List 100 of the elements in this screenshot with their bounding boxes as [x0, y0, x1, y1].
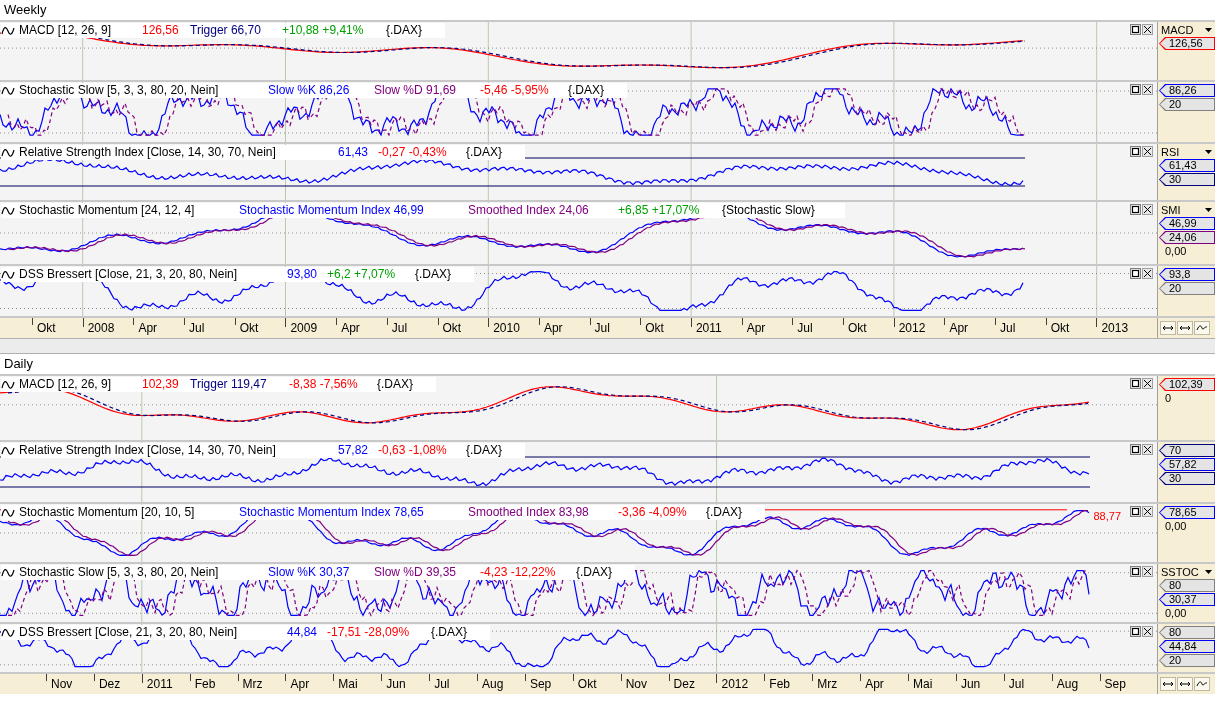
legend-text: -3,36 -4,09% — [618, 505, 688, 520]
indicator-wave-icon — [1, 147, 15, 158]
axis-month-label: Apr — [138, 321, 158, 335]
legend-text: +10,88 +9,41% — [282, 23, 365, 38]
maximize-button[interactable] — [1130, 566, 1141, 577]
legend-text: -0,27 -0,43% — [378, 145, 448, 160]
close-icon — [1144, 86, 1151, 93]
legend-text: Trigger 119,47 — [190, 377, 268, 392]
close-button[interactable] — [1142, 626, 1153, 637]
dropdown-caret-icon[interactable] — [1205, 570, 1212, 574]
axis-month-label: Nov — [625, 677, 648, 691]
axis-month-label: Apr — [290, 677, 310, 691]
indicator-wave-icon — [1, 269, 15, 280]
legend-text: -17,51 -28,09% — [327, 625, 411, 640]
legend-text: -0,63 -1,08% — [378, 443, 448, 458]
legend-text: {.DAX} — [466, 443, 504, 458]
legend-text: Slow %K 86,26 — [268, 83, 351, 98]
scale-label: SSTOC — [1161, 566, 1199, 578]
scroll-button[interactable] — [1160, 677, 1176, 691]
value-tag: 46,99 — [1159, 217, 1215, 230]
legend-text: Slow %D 91,69 — [374, 83, 458, 98]
maximize-button[interactable] — [1130, 626, 1141, 637]
axis-month-label: Feb — [194, 677, 216, 691]
close-button[interactable] — [1142, 566, 1153, 577]
axis-year-label: 2008 — [87, 321, 115, 335]
scale-label: SMI — [1161, 204, 1181, 216]
maximize-icon — [1132, 86, 1139, 93]
close-icon — [1144, 508, 1151, 515]
scroll-button[interactable] — [1177, 677, 1193, 691]
legend-text: +6,85 +17,07% — [618, 203, 701, 218]
close-icon — [1144, 26, 1151, 33]
legend-text: +6,2 +7,07% — [327, 267, 397, 282]
maximize-button[interactable] — [1130, 268, 1141, 279]
axis-year-label: 2012 — [721, 677, 749, 691]
indicator-wave-icon — [1, 205, 15, 216]
legend-text: -5,46 -5,95% — [480, 83, 550, 98]
legend-text: Trigger 66,70 — [190, 23, 262, 38]
maximize-button[interactable] — [1130, 24, 1141, 35]
legend-text: Slow %D 39,35 — [374, 565, 458, 580]
dropdown-caret-icon[interactable] — [1205, 208, 1212, 212]
dropdown-caret-icon[interactable] — [1205, 150, 1212, 154]
close-button[interactable] — [1142, 444, 1153, 455]
close-icon — [1144, 446, 1151, 453]
axis-month-label: Okt — [239, 321, 259, 335]
legend-text: MACD [12, 26, 9] — [19, 23, 113, 38]
legend-text: {.DAX} — [576, 565, 614, 580]
close-button[interactable] — [1142, 506, 1153, 517]
axis-month-label: Apr — [865, 677, 884, 691]
close-icon — [1144, 270, 1151, 277]
value-tag: 61,43 — [1159, 159, 1215, 172]
axis-month-label: Jun — [960, 677, 981, 691]
scroll-button[interactable] — [1160, 321, 1176, 335]
maximize-button[interactable] — [1130, 378, 1141, 389]
close-button[interactable] — [1142, 84, 1153, 95]
axis-month-label: Mrz — [817, 677, 838, 691]
legend-text: {.DAX} — [415, 267, 453, 282]
maximize-button[interactable] — [1130, 84, 1141, 95]
scroll-button[interactable] — [1177, 321, 1193, 335]
chart-style-button[interactable] — [1194, 321, 1210, 335]
double-arrow-icon — [1179, 679, 1191, 689]
axis-month-label: Jul — [1008, 677, 1025, 691]
maximize-button[interactable] — [1130, 444, 1141, 455]
axis-year-label: 2012 — [898, 321, 926, 335]
maximize-icon — [1132, 446, 1139, 453]
indicator-wave-icon — [1, 85, 15, 96]
axis-year-label: 2013 — [1101, 321, 1129, 335]
legend-text: 126,56 — [142, 23, 180, 38]
dropdown-caret-icon[interactable] — [1205, 28, 1212, 32]
axis-month-label: Jul — [189, 321, 205, 335]
chart-style-button[interactable] — [1194, 677, 1210, 691]
close-button[interactable] — [1142, 378, 1153, 389]
value-tag: 24,06 — [1159, 231, 1215, 244]
close-button[interactable] — [1142, 204, 1153, 215]
maximize-button[interactable] — [1130, 506, 1141, 517]
close-icon — [1144, 148, 1151, 155]
maximize-button[interactable] — [1130, 146, 1141, 157]
legend-text: 44,84 — [287, 625, 319, 640]
value-tag: 57,82 — [1159, 458, 1215, 471]
axis-month-label: Mai — [338, 677, 358, 691]
close-button[interactable] — [1142, 268, 1153, 279]
axis-month-label: Aug — [1056, 677, 1079, 691]
legend-text: {.DAX} — [706, 505, 744, 520]
scale-tick-label: 0 — [1164, 392, 1172, 404]
axis-year-label: 2011 — [146, 677, 173, 691]
value-tag: 20 — [1159, 282, 1215, 295]
legend-text: 102,39 — [142, 377, 180, 392]
close-button[interactable] — [1142, 146, 1153, 157]
scale-tick-label: 0,00 — [1164, 520, 1187, 532]
legend-text: {.DAX} — [466, 145, 504, 160]
close-button[interactable] — [1142, 24, 1153, 35]
maximize-button[interactable] — [1130, 204, 1141, 215]
maximize-icon — [1132, 26, 1139, 33]
value-tag: 30 — [1159, 472, 1215, 485]
axis-month-label: Jul — [1000, 321, 1016, 335]
indicator-wave-icon — [1, 25, 15, 36]
axis-month-label: Jul — [391, 321, 408, 335]
maximize-icon — [1132, 380, 1139, 387]
legend-text: -4,23 -12,22% — [480, 565, 557, 580]
maximize-icon — [1132, 206, 1139, 213]
legend-text: Relative Strength Index [Close, 14, 30, 70, Nein] — [19, 145, 277, 160]
